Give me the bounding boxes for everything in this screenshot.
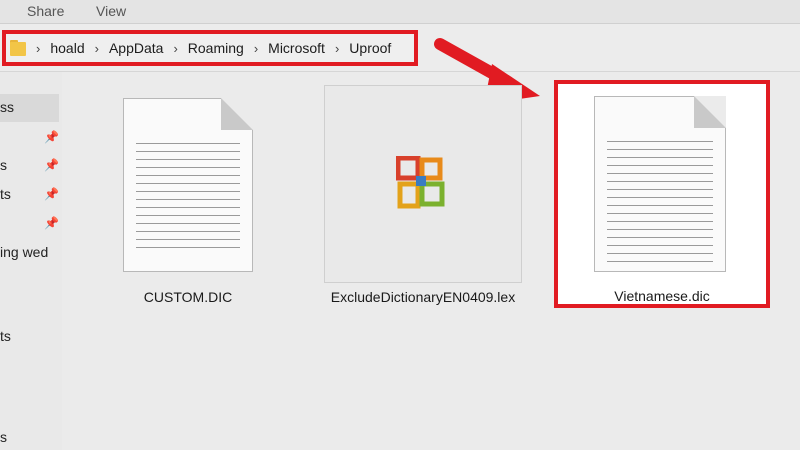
pin-icon: 📌: [44, 216, 59, 230]
file-name-label: CUSTOM.DIC: [143, 289, 233, 305]
breadcrumb-item-uproof[interactable]: › Uproof: [335, 40, 401, 56]
nav-item-other[interactable]: s: [0, 429, 7, 445]
ribbon-tabs: Share View: [0, 0, 800, 24]
folder-icon: [10, 40, 26, 56]
office-logo-icon: [396, 156, 445, 209]
breadcrumb-item-hoald[interactable]: › hoald: [36, 40, 95, 56]
pin-icon: 📌: [44, 130, 59, 144]
chevron-right-icon: ›: [36, 40, 41, 56]
file-name-label: Vietnamese.dic: [614, 288, 710, 304]
breadcrumb-item-appdata[interactable]: › AppData: [95, 40, 174, 56]
file-name-label: ExcludeDictionaryEN0409.lex: [330, 289, 516, 305]
chevron-right-icon: ›: [253, 40, 259, 56]
breadcrumb-item-microsoft[interactable]: › Microsoft: [254, 40, 335, 56]
chevron-right-icon: ›: [334, 40, 340, 56]
address-row: › hoald › AppData › Roaming › Microsoft › Upr…: [0, 24, 800, 72]
tab-view[interactable]: View: [96, 3, 126, 19]
breadcrumb-item-roaming[interactable]: › Roaming: [173, 40, 253, 56]
nav-item-quick-access[interactable]: ss: [0, 99, 14, 115]
address-bar[interactable]: › hoald › AppData › Roaming › Microsoft › Upr…: [2, 30, 418, 66]
navigation-pane: ss 📌 s 📌 ts 📌 📌 ing wed ts s: [0, 72, 62, 450]
tab-share[interactable]: Share: [27, 3, 64, 19]
text-document-icon: [123, 98, 253, 272]
pin-icon: 📌: [44, 158, 59, 172]
chevron-right-icon: ›: [94, 40, 99, 56]
nav-item-documents[interactable]: ts: [0, 186, 11, 202]
chevron-right-icon: ›: [173, 40, 178, 56]
nav-item-documents-2[interactable]: ts: [0, 328, 11, 344]
nav-item-folder[interactable]: ing wed: [0, 244, 48, 260]
nav-item-downloads[interactable]: s: [0, 157, 7, 173]
pin-icon: 📌: [44, 187, 59, 201]
text-document-icon: [594, 96, 726, 272]
